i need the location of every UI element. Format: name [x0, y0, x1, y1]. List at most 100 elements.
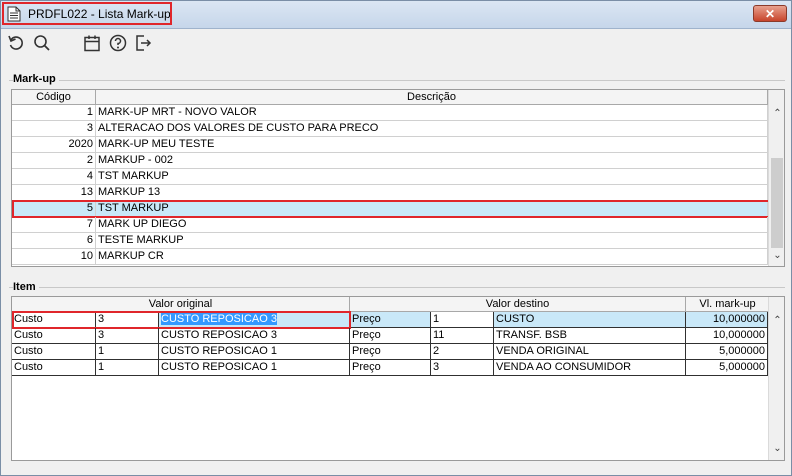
cell-codigo: 7: [12, 217, 96, 233]
item-scrollbar[interactable]: ⌃ ⌄: [768, 297, 784, 460]
cell-descricao: MARK UP DIEGO: [96, 217, 768, 233]
cell-codigo: 13: [12, 185, 96, 201]
column-header-descricao[interactable]: Descrição: [96, 90, 768, 105]
cell-descricao: MARK-UP MEU TESTE: [96, 137, 768, 153]
item-grid[interactable]: Valor original Valor destino Vl. mark-up…: [11, 296, 785, 461]
help-icon[interactable]: [109, 34, 127, 52]
cell-dest-tipo: Preço: [350, 312, 431, 328]
exit-icon[interactable]: [134, 34, 152, 52]
table-row[interactable]: 7 MARK UP DIEGO: [12, 217, 768, 233]
column-header-valor-destino[interactable]: Valor destino: [350, 297, 686, 312]
search-icon[interactable]: [33, 34, 51, 52]
cell-cod: 3: [96, 312, 159, 328]
cell-cod-text: 3: [98, 329, 105, 341]
cell-dest-tipo: Preço: [350, 344, 431, 360]
cell-dest-desc-text: TRANSF. BSB: [496, 329, 567, 341]
cell-codigo: 1: [12, 105, 96, 121]
cell-valor: 10,000000: [686, 328, 768, 344]
cell-dest-tipo-text: Preço: [352, 329, 381, 341]
column-header-valor-original[interactable]: Valor original: [12, 297, 350, 312]
cell-tipo: Custo: [12, 360, 96, 376]
cell-dest-cod: 11: [431, 328, 494, 344]
item-group-label: Item: [13, 281, 39, 293]
cell-codigo: 3: [12, 121, 96, 137]
title-highlight: [2, 2, 172, 25]
cell-valor-text: 5,000000: [719, 361, 765, 373]
cell-descricao: TST MARKUP: [96, 201, 768, 217]
cell-tipo-text: Custo: [14, 313, 43, 325]
cell-cod: 3: [96, 328, 159, 344]
cell-valor: 5,000000: [686, 360, 768, 376]
cell-dest-cod-text: 2: [433, 345, 440, 357]
cell-cod-text: 1: [98, 345, 105, 357]
cell-dest-tipo-text: Preço: [352, 313, 381, 325]
title-bar: PRDFL022 - Lista Mark-up ✕: [1, 1, 791, 29]
scroll-down-icon[interactable]: ⌄: [769, 250, 784, 261]
cell-codigo: 6: [12, 233, 96, 249]
table-row[interactable]: 2020 MARK-UP MEU TESTE: [12, 137, 768, 153]
cell-codigo: 2020: [12, 137, 96, 153]
scroll-up-icon[interactable]: ⌃: [769, 108, 784, 119]
cell-desc: CUSTO REPOSICAO 1: [159, 360, 350, 376]
table-row[interactable]: Custo 3 CUSTO REPOSICAO 3 Preço 1 CUSTO 10,000…: [12, 312, 768, 328]
cell-descricao: MARKUP 13: [96, 185, 768, 201]
table-row[interactable]: 2 MARKUP - 002: [12, 153, 768, 169]
cell-descricao: MARK-UP MRT - NOVO VALOR: [96, 105, 768, 121]
column-header-codigo[interactable]: Código: [12, 90, 96, 105]
cell-codigo: 4: [12, 169, 96, 185]
cell-desc-text: CUSTO REPOSICAO 3: [161, 329, 277, 341]
item-scroll-up-icon[interactable]: ⌃: [769, 315, 784, 326]
cell-dest-desc-text: VENDA ORIGINAL: [496, 345, 589, 357]
cell-tipo: Custo: [12, 328, 96, 344]
table-row[interactable]: 13 MARKUP 13: [12, 185, 768, 201]
cell-tipo-text: Custo: [14, 361, 43, 373]
cell-desc: CUSTO REPOSICAO 1: [159, 344, 350, 360]
cell-cod: 1: [96, 360, 159, 376]
close-button[interactable]: ✕: [753, 5, 787, 22]
markup-group-label: Mark-up: [13, 73, 59, 85]
cell-dest-cod: 3: [431, 360, 494, 376]
cell-tipo-text: Custo: [14, 329, 43, 341]
markup-grid[interactable]: Código Descrição 1 MARK-UP MRT - NOVO VAL…: [11, 89, 785, 267]
cell-valor-text: 10,000000: [713, 329, 765, 341]
markup-scrollbar[interactable]: ⌃ ⌄: [768, 90, 784, 266]
cell-dest-desc-text: VENDA AO CONSUMIDOR: [496, 361, 632, 373]
cell-cod-text: 1: [98, 361, 105, 373]
cell-dest-tipo-text: Preço: [352, 361, 381, 373]
cell-tipo: Custo: [12, 344, 96, 360]
app-window: PRDFL022 - Lista Mark-up ✕ Mark-up Códig…: [0, 0, 792, 476]
cell-dest-cod: 2: [431, 344, 494, 360]
cell-cod: 1: [96, 344, 159, 360]
refresh-icon[interactable]: [7, 34, 25, 52]
table-row[interactable]: 5 TST MARKUP: [12, 201, 768, 217]
cell-valor-text: 10,000000: [713, 313, 765, 325]
calendar-icon[interactable]: [83, 34, 101, 52]
cell-codigo: 10: [12, 249, 96, 265]
cell-cod-text: 3: [98, 313, 105, 325]
cell-dest-cod-text: 11: [433, 329, 445, 341]
table-row[interactable]: 4 TST MARKUP: [12, 169, 768, 185]
item-scroll-down-icon[interactable]: ⌄: [769, 443, 784, 454]
cell-dest-desc: CUSTO: [494, 312, 686, 328]
table-row[interactable]: 1 MARK-UP MRT - NOVO VALOR: [12, 105, 768, 121]
markup-group-border: [9, 80, 785, 81]
cell-desc-text: CUSTO REPOSICAO 1: [161, 345, 277, 357]
cell-valor-text: 5,000000: [719, 345, 765, 357]
cell-dest-cod-text: 1: [433, 313, 440, 325]
table-row[interactable]: 6 TESTE MARKUP: [12, 233, 768, 249]
cell-dest-desc-text: CUSTO: [496, 313, 535, 325]
cell-descricao: MARKUP CR: [96, 249, 768, 265]
scroll-thumb[interactable]: [771, 158, 783, 248]
cell-descricao: TST MARKUP: [96, 169, 768, 185]
cell-valor: 5,000000: [686, 344, 768, 360]
table-row[interactable]: Custo 1 CUSTO REPOSICAO 1 Preço 2 VENDA ORIGI…: [12, 344, 768, 360]
cell-tipo: Custo: [12, 312, 96, 328]
cell-dest-cod-text: 3: [433, 361, 440, 373]
table-row[interactable]: Custo 1 CUSTO REPOSICAO 1 Preço 3 VENDA AO CO…: [12, 360, 768, 376]
column-header-vl-markup[interactable]: Vl. mark-up: [686, 297, 770, 312]
table-row[interactable]: Custo 3 CUSTO REPOSICAO 3 Preço 11 TRANSF. BS…: [12, 328, 768, 344]
cell-dest-tipo-text: Preço: [352, 345, 381, 357]
cell-tipo-text: Custo: [14, 345, 43, 357]
table-row[interactable]: 3 ALTERACAO DOS VALORES DE CUSTO PARA PRE…: [12, 121, 768, 137]
table-row[interactable]: 10 MARKUP CR: [12, 249, 768, 265]
